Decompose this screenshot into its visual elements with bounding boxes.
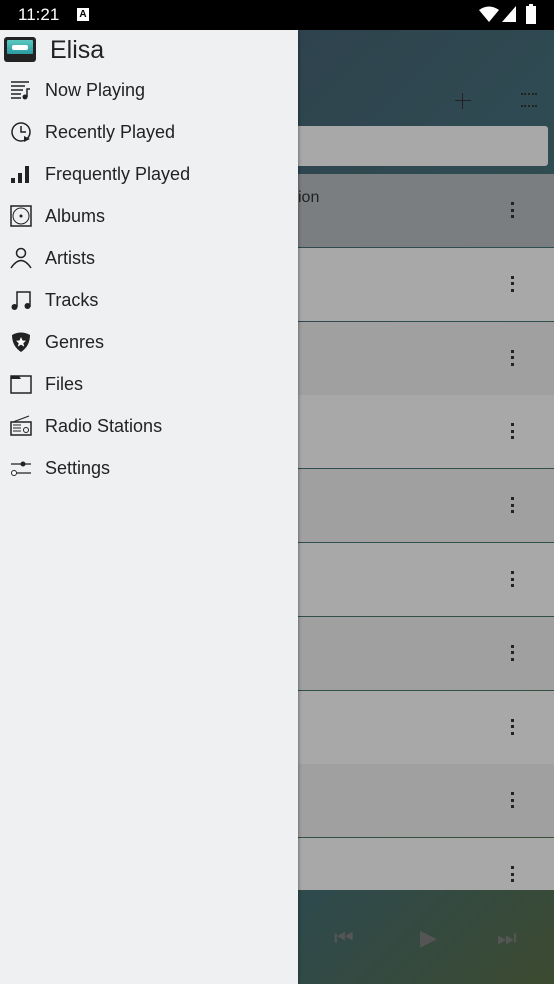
settings-icon <box>11 461 31 476</box>
navigation-drawer: Elisa Now Playing Recently Played Frequent… <box>0 30 298 984</box>
drawer-item-label: Artists <box>45 247 96 268</box>
drawer-item-label: Genres <box>45 331 105 352</box>
music-note-icon <box>11 291 31 310</box>
battery-icon <box>526 4 536 24</box>
drawer-item-label: Frequently Played <box>45 163 191 184</box>
status-time: 11:21 <box>18 5 60 24</box>
drawer-item-label: Albums <box>45 205 106 226</box>
now-playing-icon <box>11 81 30 100</box>
drawer-item-label: Radio Stations <box>45 415 163 436</box>
recent-icon <box>11 122 31 142</box>
drawer-item-label: Settings <box>45 457 111 478</box>
genre-icon <box>12 332 30 352</box>
drawer-item-label: Files <box>45 373 84 394</box>
playlist-icon[interactable] <box>521 93 537 107</box>
notification-icon: A <box>77 8 89 21</box>
drawer-item-frequently-played[interactable]: Frequently Played <box>0 153 298 195</box>
drawer-item-settings[interactable]: Settings <box>0 447 298 489</box>
drawer-item-now-playing[interactable]: Now Playing <box>0 69 298 111</box>
play-button[interactable]: ▶ <box>420 925 437 951</box>
album-icon <box>10 205 32 227</box>
drawer-item-albums[interactable]: Albums <box>0 195 298 237</box>
more-options-icon[interactable] <box>509 866 515 883</box>
drawer-item-genres[interactable]: Genres <box>0 321 298 363</box>
more-options-icon[interactable] <box>509 497 515 514</box>
artist-icon <box>10 247 32 269</box>
drawer-item-label: Tracks <box>45 289 99 310</box>
drawer-item-label: Recently Played <box>45 121 176 142</box>
previous-button[interactable]: ⏮ <box>334 925 354 951</box>
more-options-icon[interactable] <box>509 349 515 366</box>
app-title: Elisa <box>50 36 105 64</box>
more-options-icon[interactable] <box>509 792 515 809</box>
more-options-icon[interactable] <box>509 718 515 735</box>
drawer-item-recently-played[interactable]: Recently Played <box>0 111 298 153</box>
search-input[interactable] <box>280 126 548 166</box>
more-options-icon[interactable] <box>509 644 515 661</box>
add-icon[interactable] <box>455 93 471 109</box>
elisa-logo-icon <box>4 37 36 62</box>
drawer-header: Elisa <box>0 30 298 70</box>
wifi-icon <box>479 6 499 22</box>
radio-icon <box>10 415 32 436</box>
next-button[interactable]: ⏭ <box>497 925 517 951</box>
drawer-item-files[interactable]: Files <box>0 363 298 405</box>
folder-icon <box>10 375 32 394</box>
drawer-item-label: Now Playing <box>45 79 146 100</box>
more-options-icon[interactable] <box>509 571 515 587</box>
drawer-item-tracks[interactable]: Tracks <box>0 279 298 321</box>
track-title: ion <box>298 189 320 206</box>
drawer-item-artists[interactable]: Artists <box>0 237 298 279</box>
signal-icon <box>502 6 516 22</box>
more-options-icon[interactable] <box>509 275 515 292</box>
frequent-icon <box>11 166 29 183</box>
more-options-icon[interactable] <box>509 423 515 440</box>
drawer-item-radio-stations[interactable]: Radio Stations <box>0 405 298 447</box>
status-bar: 11:21 A <box>0 0 554 30</box>
more-options-icon[interactable] <box>509 202 515 218</box>
